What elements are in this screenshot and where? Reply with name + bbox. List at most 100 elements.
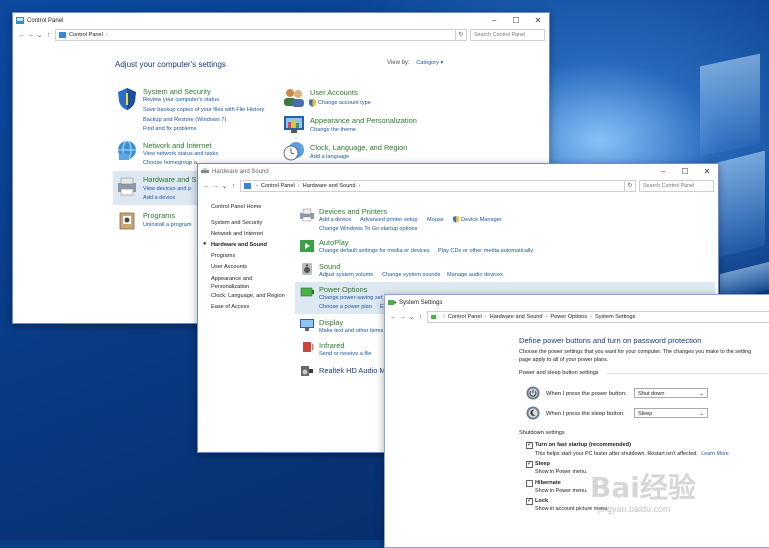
- sleep-button-label: When I press the sleep button:: [546, 411, 625, 417]
- minimize-button[interactable]: –: [652, 167, 674, 176]
- up-arrow-icon[interactable]: ↑: [44, 32, 53, 39]
- item-link[interactable]: Manage audio devices: [447, 272, 503, 278]
- chevron-down-icon[interactable]: ▾: [439, 60, 444, 66]
- search-input[interactable]: Search Control Panel: [639, 180, 714, 192]
- forward-arrow-icon[interactable]: →: [211, 183, 220, 190]
- checkbox-description-text: This helps start your PC faster after sh…: [535, 451, 698, 457]
- category-title[interactable]: Hardware and S: [143, 175, 196, 184]
- learn-more-link[interactable]: Learn More: [701, 451, 729, 457]
- item-title[interactable]: Power Options: [319, 285, 367, 294]
- address-field[interactable]: › Control Panel › Hardware and Sound › Pow…: [427, 311, 769, 323]
- crumb-control-panel[interactable]: Control Panel: [261, 183, 295, 189]
- recent-chevron-icon[interactable]: ⌄: [220, 182, 229, 190]
- recent-chevron-icon[interactable]: ⌄: [35, 31, 44, 39]
- item-title[interactable]: Realtek HD Audio M: [319, 366, 386, 375]
- item-title[interactable]: Display: [319, 318, 343, 327]
- window-title: System Settings: [399, 299, 443, 306]
- category-link[interactable]: View devices and p: [143, 186, 191, 192]
- item-link[interactable]: Change default settings for media or dev…: [319, 248, 430, 254]
- refresh-icon[interactable]: ↻: [625, 180, 636, 192]
- close-button[interactable]: ✕: [696, 167, 718, 176]
- category-link[interactable]: Save backup copies of your files with Fi…: [143, 107, 264, 113]
- item-link[interactable]: Change Windows To Go startup options: [319, 226, 417, 232]
- up-arrow-icon[interactable]: ↑: [416, 314, 425, 321]
- checkbox-description: Show in Power menu.: [535, 469, 588, 475]
- category-title[interactable]: System and Security: [143, 87, 211, 96]
- category-title[interactable]: Appearance and Personalization: [310, 116, 417, 125]
- sidebar-item-hardware-sound[interactable]: Hardware and Sound: [211, 242, 267, 248]
- hibernate-checkbox[interactable]: [526, 480, 533, 487]
- item-title[interactable]: Devices and Printers: [319, 207, 387, 216]
- item-link[interactable]: Mouse: [427, 217, 444, 223]
- power-button-select[interactable]: Shut down ⌄: [634, 388, 708, 398]
- forward-arrow-icon[interactable]: →: [26, 32, 35, 39]
- view-by-select[interactable]: Category: [416, 60, 439, 66]
- appearance-icon: [284, 116, 304, 133]
- category-title[interactable]: User Accounts: [310, 88, 358, 97]
- item-link[interactable]: Make text and other items: [319, 328, 383, 334]
- sleep-checkbox[interactable]: ✓: [526, 461, 533, 468]
- category-link[interactable]: Add a language: [310, 154, 349, 160]
- search-input[interactable]: Search Control Panel: [470, 29, 545, 41]
- recent-chevron-icon[interactable]: ⌄: [407, 313, 416, 321]
- watermark-url: jingyan.baidu.com: [598, 504, 671, 514]
- crumb-system-settings[interactable]: System Settings: [595, 314, 635, 320]
- category-link[interactable]: Review your computer's status: [143, 97, 219, 103]
- item-link[interactable]: Change power-saving set: [319, 295, 382, 301]
- shield-icon: [118, 88, 136, 110]
- item-link[interactable]: Change system sounds: [382, 272, 440, 278]
- category-link[interactable]: View network status and tasks: [143, 151, 218, 157]
- category-title[interactable]: Programs: [143, 211, 175, 220]
- maximize-button[interactable]: ☐: [505, 16, 527, 25]
- item-link[interactable]: Play CDs or other media automatically: [438, 248, 533, 254]
- category-title[interactable]: Clock, Language, and Region: [310, 143, 407, 152]
- crumb-control-panel[interactable]: Control Panel: [448, 314, 482, 320]
- category-link[interactable]: Change the theme: [310, 127, 356, 133]
- address-field[interactable]: › Control Panel › Hardware and Sound ›: [240, 180, 625, 192]
- forward-arrow-icon[interactable]: →: [398, 314, 407, 321]
- sidebar-item-programs[interactable]: Programs: [211, 253, 235, 259]
- item-link[interactable]: Adjust system volume: [319, 272, 373, 278]
- crumb-hardware-and-sound[interactable]: Hardware and Sound: [490, 314, 543, 320]
- sidebar-item-user-accounts[interactable]: User Accounts: [211, 264, 247, 270]
- item-link[interactable]: Choose a power plan: [319, 304, 372, 310]
- maximize-button[interactable]: ☐: [674, 167, 696, 176]
- crumb-control-panel[interactable]: Control Panel: [69, 32, 103, 38]
- refresh-icon[interactable]: ↻: [456, 29, 467, 41]
- back-arrow-icon[interactable]: ←: [17, 32, 26, 39]
- sidebar-item-home[interactable]: Control Panel Home: [211, 204, 261, 210]
- sidebar-item-appearance[interactable]: Appearance and Personalization: [211, 275, 271, 291]
- sidebar-item-ease-of-access[interactable]: Ease of Access: [211, 304, 249, 310]
- item-link[interactable]: Add a device: [319, 217, 351, 223]
- fast-startup-checkbox[interactable]: ✓: [526, 442, 533, 449]
- sidebar-item-clock[interactable]: Clock, Language, and Region: [211, 293, 285, 299]
- minimize-button[interactable]: –: [483, 16, 505, 25]
- item-link[interactable]: Advanced printer setup: [360, 217, 418, 223]
- category-link[interactable]: Find and fix problems: [143, 126, 196, 132]
- category-link[interactable]: Backup and Restore (Windows 7): [143, 117, 226, 123]
- section-divider: [607, 373, 769, 374]
- item-link[interactable]: Send or receive a file: [319, 351, 372, 357]
- up-arrow-icon[interactable]: ↑: [229, 183, 238, 190]
- back-arrow-icon[interactable]: ←: [202, 183, 211, 190]
- sleep-button-select[interactable]: Sleep ⌄: [634, 408, 708, 418]
- control-panel-icon: [16, 17, 24, 24]
- category-link[interactable]: Add a device: [143, 195, 175, 201]
- crumb-power-options[interactable]: Power Options: [550, 314, 587, 320]
- lock-checkbox[interactable]: ✓: [526, 498, 533, 505]
- address-field[interactable]: Control Panel ›: [55, 29, 456, 41]
- category-link[interactable]: Change account type: [318, 100, 371, 106]
- item-title[interactable]: Infrared: [319, 341, 344, 350]
- back-arrow-icon[interactable]: ←: [389, 314, 398, 321]
- category-link[interactable]: Choose homegroup a: [143, 160, 197, 166]
- crumb-hardware-and-sound[interactable]: Hardware and Sound: [303, 183, 356, 189]
- item-title[interactable]: AutoPlay: [319, 238, 349, 247]
- network-icon: [118, 140, 136, 160]
- category-title[interactable]: Network and Internet: [143, 141, 212, 150]
- category-link[interactable]: Uninstall a program: [143, 222, 192, 228]
- item-link[interactable]: Device Manager: [461, 217, 502, 223]
- sidebar-item-system-security[interactable]: System and Security: [211, 220, 262, 226]
- close-button[interactable]: ✕: [527, 16, 549, 25]
- item-title[interactable]: Sound: [319, 262, 340, 271]
- sidebar-item-network[interactable]: Network and Internet: [211, 231, 263, 237]
